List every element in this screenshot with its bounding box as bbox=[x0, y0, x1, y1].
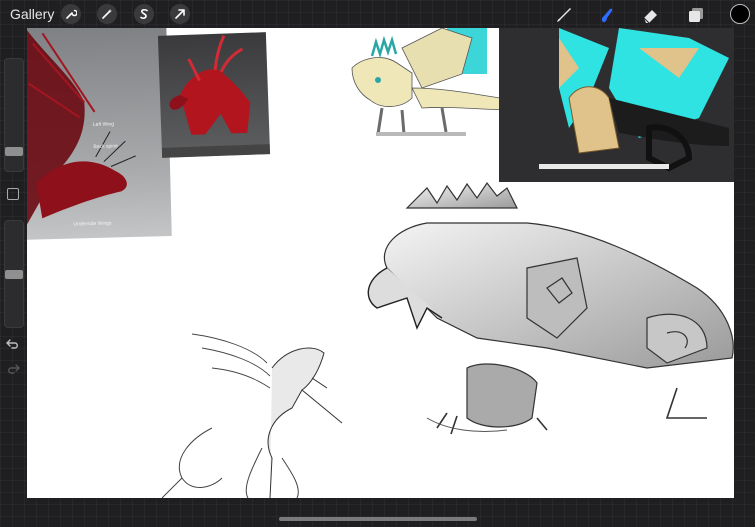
modify-button[interactable] bbox=[7, 188, 19, 200]
drawing-canvas[interactable]: Left Wing Back spine Underside Wings bbox=[27, 28, 734, 498]
sketch-armored-dragon bbox=[367, 181, 734, 435]
label-underside-wings: Underside Wings bbox=[73, 221, 112, 228]
reference-red-dragon-wing[interactable]: Left Wing Back spine Underside Wings bbox=[27, 28, 172, 240]
label-left-wing: Left Wing bbox=[93, 121, 114, 128]
redo-icon[interactable] bbox=[6, 362, 20, 380]
home-indicator bbox=[279, 517, 477, 521]
reference-gold-creature[interactable] bbox=[342, 28, 517, 140]
brush-size-slider[interactable] bbox=[4, 58, 24, 172]
transform-arrow-icon[interactable] bbox=[170, 4, 190, 24]
gallery-button[interactable]: Gallery bbox=[10, 6, 54, 22]
eraser-icon[interactable] bbox=[640, 4, 662, 26]
undo-icon[interactable] bbox=[6, 337, 20, 355]
selection-s-icon[interactable] bbox=[134, 4, 154, 24]
opacity-slider[interactable] bbox=[4, 220, 24, 328]
sketch-line-creature bbox=[161, 333, 343, 498]
brush-icon[interactable] bbox=[553, 4, 575, 26]
layers-icon[interactable] bbox=[685, 4, 707, 26]
label-back-spine: Back spine bbox=[93, 143, 118, 150]
magic-wand-icon[interactable] bbox=[97, 4, 117, 24]
brush-size-knob[interactable] bbox=[5, 146, 23, 156]
reference-red-dragon-3d[interactable] bbox=[157, 32, 271, 158]
top-toolbar: Gallery bbox=[0, 0, 755, 28]
wrench-icon[interactable] bbox=[61, 4, 81, 24]
color-swatch[interactable] bbox=[730, 4, 750, 24]
reference-dark-gold-creature[interactable] bbox=[499, 28, 734, 182]
smudge-icon[interactable] bbox=[596, 4, 618, 26]
left-sidebar bbox=[0, 52, 26, 382]
opacity-knob[interactable] bbox=[5, 269, 23, 279]
